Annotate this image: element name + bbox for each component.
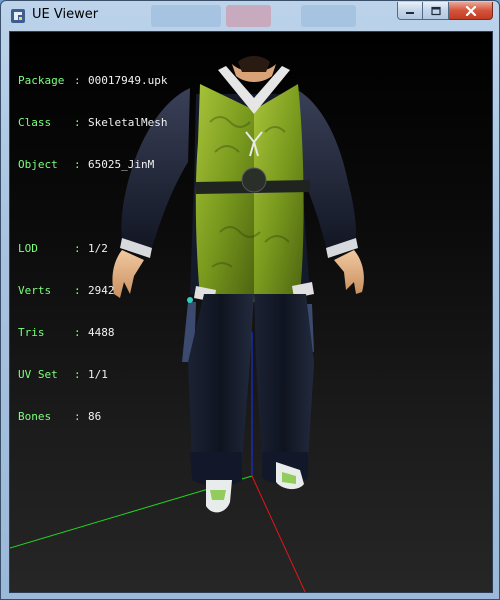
info-value: 00017949.upk bbox=[88, 74, 168, 87]
info-row-tris: Tris:4488 bbox=[18, 326, 115, 339]
close-button[interactable] bbox=[449, 2, 493, 20]
maximize-icon bbox=[430, 6, 441, 15]
title-bar[interactable]: UE Viewer bbox=[1, 1, 499, 31]
caption-buttons bbox=[397, 2, 493, 21]
3d-viewport[interactable]: Package:00017949.upk Class: SkeletalMesh … bbox=[9, 31, 493, 593]
info-label: Class bbox=[18, 116, 52, 129]
info-value: 1/2 bbox=[88, 242, 108, 255]
info-row-uvset: UV Set:1/1 bbox=[18, 368, 108, 381]
info-label: Verts bbox=[18, 284, 52, 297]
close-icon bbox=[465, 5, 476, 16]
info-value: 1/1 bbox=[88, 368, 108, 381]
info-value: 86 bbox=[88, 410, 102, 423]
info-label: LOD bbox=[18, 242, 38, 255]
app-window: UE Viewer Package: 00017949.upk Class:… bbox=[0, 0, 500, 600]
axis-x-line bbox=[251, 475, 306, 592]
info-row-package: Package:00017949.upk bbox=[18, 74, 168, 87]
info-label: Object bbox=[18, 158, 58, 171]
window-title: UE Viewer bbox=[32, 7, 99, 22]
mesh-info-overlay: Package:00017949.upk Class: SkeletalMesh … bbox=[18, 46, 167, 452]
info-label: UV Set bbox=[18, 368, 58, 381]
minimize-icon bbox=[406, 11, 414, 14]
titlebar-backdrop bbox=[226, 5, 271, 27]
info-label: Package bbox=[18, 74, 65, 87]
titlebar-backdrop bbox=[301, 5, 356, 27]
app-icon bbox=[10, 8, 26, 24]
titlebar-backdrop bbox=[151, 5, 221, 27]
info-row-lod: LOD:1/2 bbox=[18, 242, 108, 255]
info-value: 65025_JinM bbox=[88, 158, 155, 171]
maximize-button[interactable] bbox=[423, 2, 449, 20]
info-row-bones: Bones:86 bbox=[18, 410, 102, 423]
minimize-button[interactable] bbox=[397, 2, 423, 20]
info-label: Tris bbox=[18, 326, 45, 339]
info-value: 4488 bbox=[88, 326, 115, 339]
info-row-verts: Verts:2942 bbox=[18, 284, 115, 297]
info-row-class: Class: SkeletalMesh bbox=[18, 116, 168, 129]
info-row-object: Object:65025_JinM bbox=[18, 158, 155, 171]
info-label: Bones bbox=[18, 410, 52, 423]
info-value: 2942 bbox=[88, 284, 115, 297]
info-value: SkeletalMesh bbox=[88, 116, 168, 129]
